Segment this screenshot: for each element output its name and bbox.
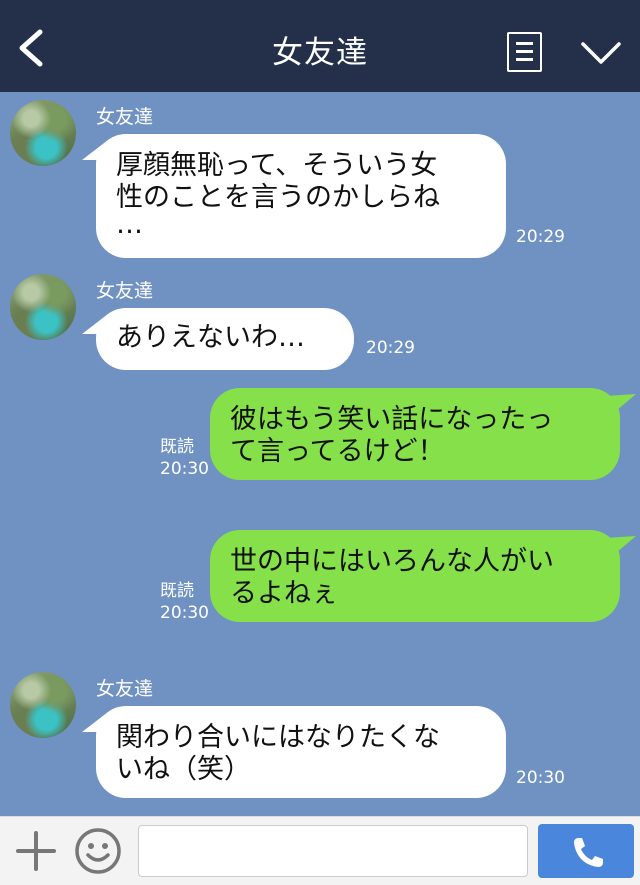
chat-header: 女友達 xyxy=(0,0,640,92)
phone-icon xyxy=(574,838,603,867)
message-time: 20:29 xyxy=(516,227,565,247)
avatar[interactable] xyxy=(10,672,76,738)
bubble-tail xyxy=(606,536,636,558)
plus-icon[interactable] xyxy=(16,831,56,871)
input-bar xyxy=(0,816,640,885)
read-label: 既読 xyxy=(160,437,194,457)
message-text: 厚顔無恥って、そういう女 xyxy=(116,150,438,181)
chat-title: 女友達 xyxy=(272,35,368,71)
message-input[interactable] xyxy=(138,825,528,877)
message-text: 世の中にはいろんな人がい xyxy=(230,546,554,577)
message-text: … xyxy=(116,209,143,240)
message-bubble[interactable]: ありえないわ… xyxy=(96,308,354,370)
read-receipt: 既読 20:30 xyxy=(160,436,209,480)
sender-name: 女友達 xyxy=(96,678,154,700)
message-text: いね（笑） xyxy=(116,754,251,785)
message-time: 20:30 xyxy=(160,603,209,623)
message-time: 20:30 xyxy=(516,768,565,788)
message-text: 彼はもう笑い話になったっ xyxy=(230,404,554,435)
sender-name: 女友達 xyxy=(96,106,154,128)
message-text: るよねぇ xyxy=(230,578,338,609)
smiley-icon[interactable] xyxy=(74,827,122,875)
avatar[interactable] xyxy=(10,274,76,340)
message-time: 20:30 xyxy=(160,459,209,479)
message-time: 20:29 xyxy=(366,338,415,358)
message-bubble[interactable]: 彼はもう笑い話になったっ て言ってるけど！ xyxy=(210,388,620,480)
message-bubble[interactable]: 関わり合いにはなりたくな いね（笑） xyxy=(96,706,506,798)
call-button[interactable] xyxy=(538,824,634,878)
message-text: 関わり合いにはなりたくな xyxy=(116,722,440,753)
message-text: て言ってるけど！ xyxy=(230,436,445,467)
message-text: 性のことを言うのかしらね xyxy=(116,182,440,213)
avatar[interactable] xyxy=(10,100,76,166)
read-label: 既読 xyxy=(160,581,194,601)
message-text: ありえないわ… xyxy=(116,322,305,353)
sender-name: 女友達 xyxy=(96,280,154,302)
message-bubble[interactable]: 世の中にはいろんな人がい るよねぇ xyxy=(210,530,620,622)
read-receipt: 既読 20:30 xyxy=(160,580,209,624)
bubble-tail xyxy=(606,394,636,416)
list-icon[interactable] xyxy=(507,32,542,72)
message-bubble[interactable]: 厚顔無恥って、そういう女 性のことを言うのかしらね … xyxy=(96,134,506,258)
message-list[interactable]: 女友達 厚顔無恥って、そういう女 性のことを言うのかしらね … 20:29 女友… xyxy=(0,92,640,816)
chevron-down-icon[interactable] xyxy=(580,40,622,66)
